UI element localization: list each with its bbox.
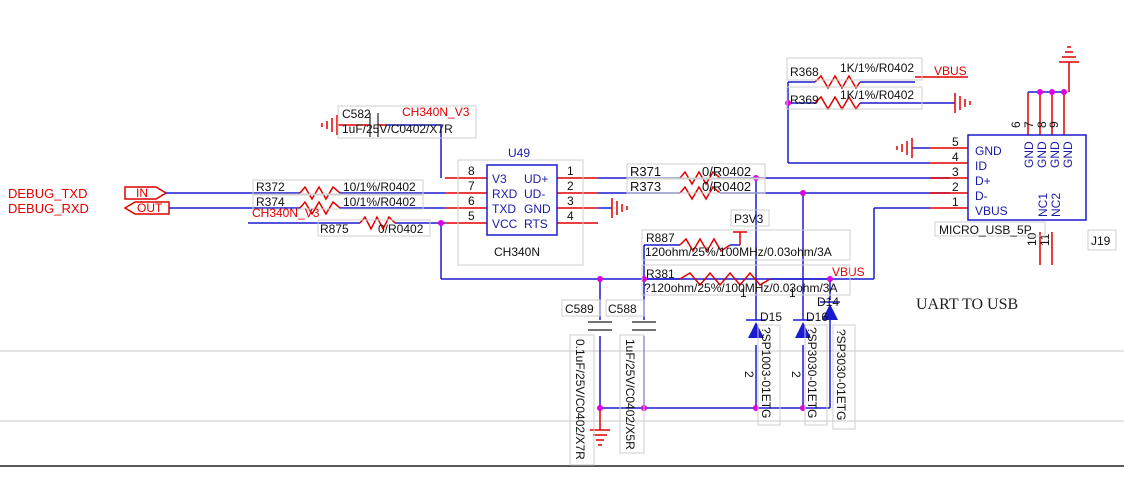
u49-pin4-name: RTS xyxy=(524,217,548,231)
j19-pin1-name: VBUS xyxy=(975,204,1008,218)
r381-ref: R381 xyxy=(646,267,675,281)
u49-pin2-num: 2 xyxy=(567,179,574,193)
u49-part: CH340N xyxy=(494,245,540,259)
u49-pin6-name: TXD xyxy=(492,202,516,216)
j19-pin5-name: GND xyxy=(975,144,1002,158)
j19-pin7-name: GND xyxy=(1035,141,1049,168)
u49-pin3-name: GND xyxy=(524,202,551,216)
c588-value: 1uF/25V/C0402/X5R xyxy=(623,339,637,450)
u49-pin7-name: RXD xyxy=(492,187,518,201)
d16-pin2: 2 xyxy=(789,371,803,378)
r875-value: 0/R0402 xyxy=(378,222,424,236)
c589-ref: C589 xyxy=(565,302,594,316)
net-label-p3v3: P3V3 xyxy=(734,212,764,226)
r368-value: 1K/1%/R0402 xyxy=(840,61,914,75)
d15-pin2: 2 xyxy=(742,371,756,378)
j19-nc2-name: NC2 xyxy=(1049,193,1063,217)
sheet-frame xyxy=(0,350,1124,467)
d14-ref: D14 xyxy=(817,295,839,309)
r369-value: 1K/1%/R0402 xyxy=(840,88,914,102)
r875-ref: R875 xyxy=(320,222,349,236)
u49-ref: U49 xyxy=(508,146,530,160)
u49-pin2-name: UD- xyxy=(524,187,545,201)
j19-pin1-num: 1 xyxy=(952,195,959,209)
net-label-debug-rxd: DEBUG_RXD xyxy=(8,201,89,216)
d14-value: ?SP3030-01ETG xyxy=(834,329,848,420)
u49-pin1-name: UD+ xyxy=(524,172,548,186)
j19-pin6-num: 6 xyxy=(1009,121,1023,128)
r369-ref: R369 xyxy=(790,93,819,107)
d15-ref: D15 xyxy=(760,310,782,324)
r371-value: 0/R0402 xyxy=(702,164,751,179)
r887-ref: R887 xyxy=(646,231,675,245)
port-in-label: IN xyxy=(136,186,148,200)
r887[interactable]: R887 120ohm/25%/100MHz/0.03ohm/3A xyxy=(641,229,851,261)
u49-pin1-num: 1 xyxy=(567,164,574,178)
r368[interactable]: R368 1K/1%/R0402 xyxy=(786,57,923,81)
net-label-vbus-top: VBUS xyxy=(934,64,967,78)
c582-value: 1uF/25V/C0402/X7R xyxy=(342,122,453,136)
j19-pin4-num: 4 xyxy=(952,150,959,164)
net-label-vbus-mid: VBUS xyxy=(832,265,865,279)
r371-ref: R371 xyxy=(630,164,661,179)
r373-ref: R373 xyxy=(630,179,661,194)
j19-pin4-name: ID xyxy=(975,159,987,173)
u49-pin4-num: 4 xyxy=(567,209,574,223)
d15-pin1: 1 xyxy=(740,286,747,300)
c582[interactable]: C582 1uF/25V/C0402/X7R CH340N_V3 xyxy=(337,105,477,139)
u49-pin8-name: V3 xyxy=(492,172,507,186)
d16-pin1: 1 xyxy=(789,286,796,300)
j19-pin7-num: 7 xyxy=(1022,121,1036,128)
d15[interactable]: 1 D15 2 ?SP1003-01ETG xyxy=(740,286,782,426)
u49-pin6-num: 6 xyxy=(468,194,475,208)
d16-ref: D16 xyxy=(806,310,828,324)
r887-value: 120ohm/25%/100MHz/0.03ohm/3A xyxy=(645,245,832,259)
j19-micro-usb[interactable]: 5 4 3 2 1 GND ID D+ D- VBUS 6 7 8 9 GND … xyxy=(934,121,1117,251)
r372-ref: R372 xyxy=(256,180,285,194)
net-label-debug-txd: DEBUG_TXD xyxy=(8,186,87,201)
c589-value: 0.1uF/25V/C0402/X7R xyxy=(573,339,587,460)
schematic-canvas: DEBUG_TXD DEBUG_RXD IN OUT U49 CH340N 8 … xyxy=(0,46,1124,467)
u49-pin5-name: VCC xyxy=(492,217,518,231)
c589[interactable]: C589 0.1uF/25V/C0402/X7R xyxy=(561,299,601,466)
u49-pin7-num: 7 xyxy=(468,179,475,193)
u49-pin8-num: 8 xyxy=(468,164,475,178)
j19-part: MICRO_USB_5P xyxy=(939,223,1032,237)
u49-ch340n[interactable]: U49 CH340N 8 7 6 5 V3 RXD TXD VCC UD+ UD… xyxy=(457,146,584,266)
net-label-ch340n-v3-left: CH340N_V3 xyxy=(252,206,320,220)
j19-pin8-name: GND xyxy=(1048,141,1062,168)
debug-ports: DEBUG_TXD DEBUG_RXD IN OUT xyxy=(8,186,170,216)
j19-pin3-name: D+ xyxy=(975,174,991,188)
r373-value: 0/R0402 xyxy=(702,179,751,194)
j19-nc1-name: NC1 xyxy=(1036,193,1050,217)
j19-pin9-num: 9 xyxy=(1047,121,1061,128)
r374-value: 10/1%/R0402 xyxy=(343,195,416,209)
c588[interactable]: C588 1uF/25V/C0402/X5R xyxy=(605,299,645,454)
net-label-ch340n-v3-top: CH340N_V3 xyxy=(402,105,470,119)
j19-pin2-name: D- xyxy=(975,189,988,203)
port-out-label: OUT xyxy=(137,201,163,215)
d15-value: ?SP1003-01ETG xyxy=(759,327,773,418)
p3v3-port: P3V3 xyxy=(730,209,770,233)
u49-pin3-num: 3 xyxy=(567,194,574,208)
r372-value: 10/1%/R0402 xyxy=(343,180,416,194)
wires xyxy=(166,62,1070,430)
c582-ref: C582 xyxy=(342,107,371,121)
j19-pin6-name: GND xyxy=(1022,141,1036,168)
j19-pin2-num: 2 xyxy=(952,180,959,194)
j19-pin3-num: 3 xyxy=(952,165,959,179)
block-title: UART TO USB xyxy=(916,296,1018,313)
r368-ref: R368 xyxy=(790,65,819,79)
j19-pin9-name: GND xyxy=(1061,141,1075,168)
j19-ref: J19 xyxy=(1091,234,1111,248)
d16-value: ?SP3030-01ETG xyxy=(805,327,819,418)
c588-ref: C588 xyxy=(608,302,637,316)
u49-pin5-num: 5 xyxy=(468,209,475,223)
j19-pin5-num: 5 xyxy=(952,135,959,149)
